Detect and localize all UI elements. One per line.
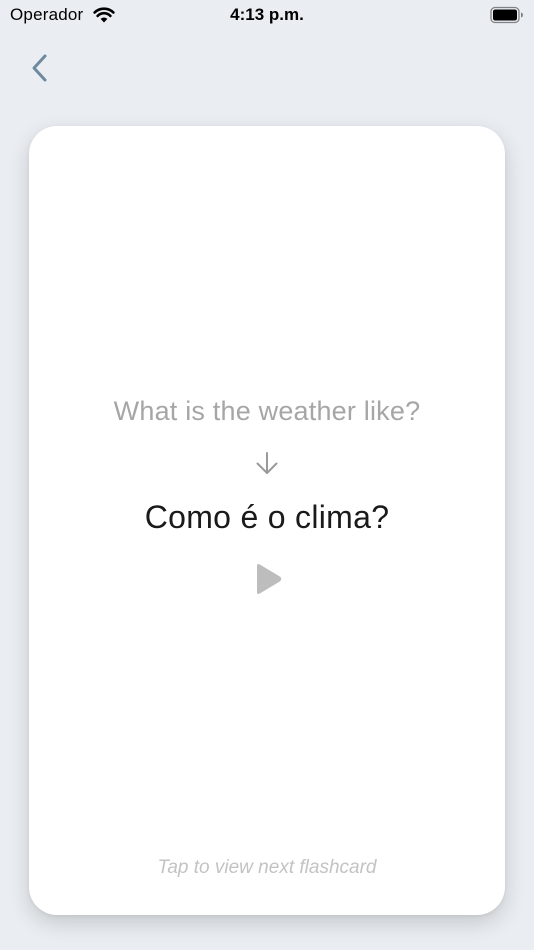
prompt-text: What is the weather like?: [113, 396, 421, 426]
play-audio-button[interactable]: [251, 561, 285, 597]
status-bar: Operador 4:13 p.m.: [0, 0, 534, 32]
arrow-down-icon: [254, 451, 280, 477]
play-icon: [257, 564, 282, 594]
next-card-hint: Tap to view next flashcard: [157, 857, 377, 878]
flashcard-screen: Operador 4:13 p.m. What is the weather l…: [0, 0, 534, 950]
answer-text: Como é o clima?: [144, 499, 390, 535]
battery-icon: [490, 6, 524, 24]
flashcard[interactable]: What is the weather like? Como é o clima…: [29, 126, 505, 915]
back-button[interactable]: [22, 50, 58, 86]
chevron-left-icon: [32, 54, 47, 82]
status-clock: 4:13 p.m.: [230, 5, 304, 24]
